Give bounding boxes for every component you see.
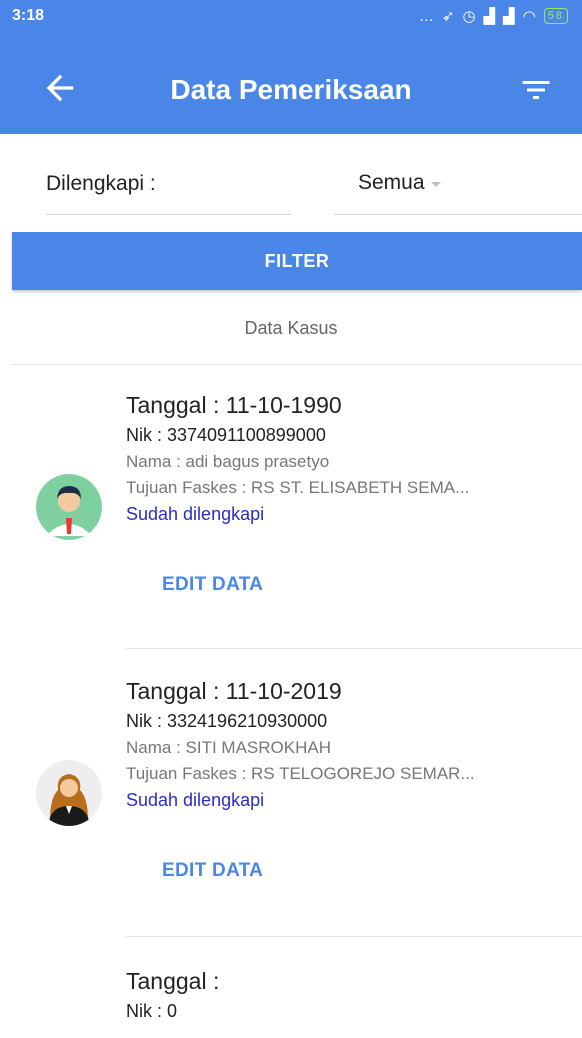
wifi-icon: ◠ (522, 8, 538, 25)
alarm-icon: ◷ (462, 8, 478, 25)
dropdown-caret-icon (430, 181, 441, 187)
status-icons: … ➶ ◷ ▟ ▟ ◠ 58 (419, 7, 568, 25)
case-card: Tanggal : 11-10-2019 Nik : 3324196210930… (0, 650, 582, 938)
case-status: Sudah dilengkapi (126, 504, 265, 524)
case-details: Tanggal : 11-10-1990 Nik : 3374091100899… (126, 392, 469, 525)
case-nik: Nik : 3324196210930000 (126, 711, 328, 731)
case-card: Tanggal : 11-10-1990 Nik : 3374091100899… (0, 366, 582, 650)
case-status: Sudah dilengkapi (126, 790, 265, 810)
dilengkapi-label: Dilengkapi : (46, 172, 156, 195)
case-date: Tanggal : 11-10-1990 (126, 392, 342, 418)
case-name: Nama : SITI MASROKHAH (126, 738, 331, 757)
case-faskes: Tujuan Faskes : RS ST. ELISABETH SEMA... (126, 478, 470, 497)
dilengkapi-dropdown[interactable]: Semua (358, 168, 478, 198)
cell-signal-icon: ▟ (503, 8, 517, 25)
status-time: 3:18 (12, 7, 45, 24)
card-divider (126, 648, 582, 649)
edit-data-button[interactable]: EDIT DATA (162, 574, 263, 596)
section-title: Data Kasus (244, 318, 338, 338)
filter-list-icon[interactable] (518, 72, 554, 108)
page-title: Data Pemeriksaan (170, 74, 412, 105)
case-nik: Nik : 0 (126, 1001, 178, 1021)
case-faskes: Tujuan Faskes : RS TELOGOREJO SEMAR... (126, 764, 475, 783)
app-bar: Data Pemeriksaan (0, 26, 582, 134)
case-date: Tanggal : 11-10-2019 (126, 678, 342, 704)
male-avatar-icon (36, 474, 102, 540)
edit-data-button[interactable]: EDIT DATA (162, 860, 263, 882)
dropdown-value: Semua (358, 171, 425, 194)
navigation-icon: ➶ (441, 8, 457, 25)
case-nik: Nik : 3374091100899000 (126, 425, 326, 445)
female-avatar-icon (36, 760, 102, 826)
card-divider (126, 936, 582, 937)
cell-signal-icon: ▟ (483, 8, 498, 25)
case-details: Tanggal : 11-10-2019 Nik : 3324196210930… (126, 678, 475, 811)
signal-dots-icon: … (418, 7, 436, 25)
field-underline (46, 214, 292, 215)
filter-button[interactable]: FILTER (12, 232, 582, 290)
case-name: Nama : adi bagus prasetyo (126, 452, 330, 471)
case-card: Tanggal : Nik : 0 (0, 938, 582, 1038)
section-divider (12, 364, 582, 365)
dropdown-underline (334, 214, 582, 215)
case-details: Tanggal : Nik : 0 (126, 968, 219, 1022)
case-date: Tanggal : (126, 968, 220, 994)
battery-icon: 58 (543, 8, 568, 24)
